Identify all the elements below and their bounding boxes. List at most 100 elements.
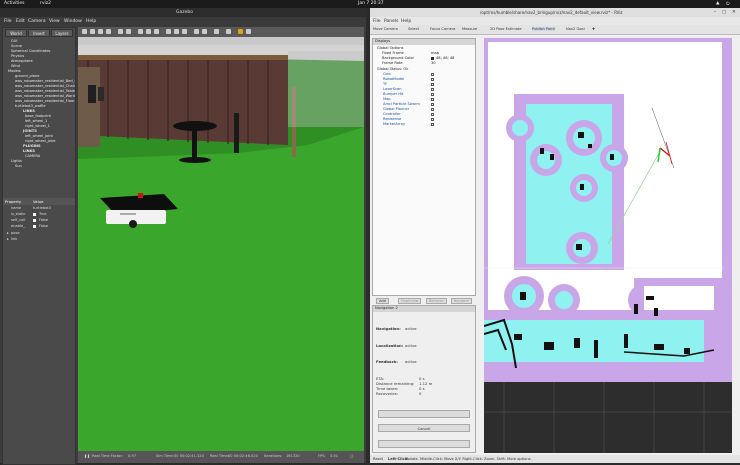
- tree-item[interactable]: right_wheel_1: [25, 124, 50, 128]
- tool-2d-pose-estimate[interactable]: 2D Pose Estimate: [490, 27, 522, 31]
- tree-item[interactable]: CAMERA: [25, 154, 40, 158]
- menu-edit[interactable]: Edit: [16, 19, 25, 24]
- menu-view[interactable]: View: [49, 19, 60, 24]
- translate-icon[interactable]: [90, 29, 95, 34]
- screenshot-icon[interactable]: [238, 29, 243, 34]
- reset-button[interactable]: Reset: [373, 457, 383, 461]
- tree-item[interactable]: Atmosphere: [11, 59, 33, 63]
- display-checkbox[interactable]: [431, 78, 434, 81]
- select-mode-icon[interactable]: [82, 29, 87, 34]
- tree-item-models[interactable]: Models: [8, 69, 21, 73]
- bg-color-swatch[interactable]: [431, 57, 434, 60]
- tree-item[interactable]: aws_robomaker_residential_Chair_01: [15, 84, 75, 88]
- display-markerarray[interactable]: MarkerArray: [383, 122, 405, 126]
- tool-focus-camera[interactable]: Focus Camera: [430, 27, 456, 31]
- display-realsense[interactable]: Realsense: [383, 117, 401, 121]
- display-checkbox[interactable]: [431, 123, 434, 126]
- redo-icon[interactable]: [126, 29, 131, 34]
- tree-item[interactable]: right_wheel_joint: [25, 139, 56, 143]
- spot-light-icon[interactable]: [174, 29, 179, 34]
- sphere-shape-icon[interactable]: [146, 29, 151, 34]
- remove-display-button[interactable]: Remove: [426, 298, 447, 304]
- cylinder-shape-icon[interactable]: [154, 29, 159, 34]
- snap-icon[interactable]: [226, 29, 231, 34]
- tree-item[interactable]: Physics: [11, 54, 24, 58]
- tool-nav2-goal[interactable]: Nav2 Goal: [566, 27, 585, 31]
- tree-item[interactable]: Spherical Coordinates: [11, 49, 50, 53]
- scale-icon[interactable]: [106, 29, 111, 34]
- menu-file[interactable]: File: [4, 19, 12, 24]
- display-grid[interactable]: Grid: [383, 72, 391, 76]
- display-checkbox[interactable]: [431, 93, 434, 96]
- minimize-icon[interactable]: –: [714, 10, 716, 15]
- tree-item-lights[interactable]: Lights: [11, 159, 22, 163]
- record-icon[interactable]: [246, 29, 251, 34]
- tree-item[interactable]: Scene: [11, 44, 22, 48]
- rviz-grid-floor[interactable]: [484, 382, 732, 453]
- menu-camera[interactable]: Camera: [28, 19, 46, 24]
- property-value[interactable]: turtlebot3: [33, 206, 51, 210]
- display-checkbox[interactable]: [431, 73, 434, 76]
- mode-button[interactable]: [378, 440, 470, 448]
- display-map[interactable]: Map: [383, 97, 391, 101]
- menu-window[interactable]: Window: [64, 19, 82, 24]
- align-icon[interactable]: [214, 29, 219, 34]
- display-checkbox[interactable]: [431, 88, 434, 91]
- menu-help[interactable]: Help: [401, 19, 411, 24]
- pause-button[interactable]: [378, 410, 470, 418]
- tree-item[interactable]: aws_robomaker_residential_Floor_01: [15, 99, 75, 103]
- tree-item[interactable]: aws_robomaker_residential_Wardrobe_01: [15, 94, 75, 98]
- tab-world[interactable]: World: [5, 29, 27, 37]
- undo-icon[interactable]: [118, 29, 123, 34]
- menu-file[interactable]: File: [373, 19, 381, 24]
- tree-item[interactable]: left_wheel_1: [25, 119, 47, 123]
- menu-help[interactable]: Help: [86, 19, 96, 24]
- tree-item[interactable]: aws_robomaker_residential_Table_01: [15, 89, 75, 93]
- box-shape-icon[interactable]: [138, 29, 143, 34]
- display-checkbox[interactable]: [431, 103, 434, 106]
- tree-item[interactable]: Sun: [15, 164, 22, 168]
- close-icon[interactable]: ✕: [732, 10, 736, 15]
- tree-item[interactable]: ground_plane: [15, 74, 39, 78]
- gazebo-3d-viewport[interactable]: [78, 27, 364, 451]
- checkbox[interactable]: [33, 225, 36, 228]
- expand-arrow-icon[interactable]: ▸: [7, 231, 9, 235]
- display-laserscan[interactable]: LaserScan: [383, 87, 402, 91]
- global-options[interactable]: Global Options: [377, 46, 403, 50]
- tree-item[interactable]: aws_robomaker_residential_Bed_01: [15, 79, 75, 83]
- cancel-button[interactable]: Cancel: [378, 424, 470, 432]
- tool-move-camera[interactable]: Move Camera: [373, 27, 398, 31]
- tab-layers[interactable]: Layers: [51, 29, 73, 37]
- tree-item[interactable]: base_footprint: [25, 114, 51, 118]
- display-amcl-particle-swarm[interactable]: Amcl Particle Swarm: [383, 102, 420, 106]
- tab-insert[interactable]: Insert: [28, 29, 50, 37]
- activities-button[interactable]: Activities: [4, 1, 25, 6]
- display-bumper-hit[interactable]: Bumper Hit: [383, 92, 403, 96]
- checkbox[interactable]: [33, 219, 36, 222]
- display-checkbox[interactable]: [431, 98, 434, 101]
- tree-item-robot[interactable]: turtlebot3_waffle: [15, 104, 46, 108]
- tool-measure[interactable]: Measure: [462, 27, 477, 31]
- display-checkbox[interactable]: [431, 83, 434, 86]
- expand-arrow-icon[interactable]: ▸: [7, 237, 9, 241]
- rotate-icon[interactable]: [98, 29, 103, 34]
- display-global-planner[interactable]: Global Planner: [383, 107, 409, 111]
- tool-select[interactable]: Select: [408, 27, 419, 31]
- clock[interactable]: Jan 7 20:37: [358, 1, 384, 6]
- display-tf[interactable]: TF: [383, 82, 387, 86]
- rename-display-button[interactable]: Rename: [451, 298, 472, 304]
- display-robotmodel[interactable]: RobotModel: [383, 77, 404, 81]
- rviz-3d-view-map[interactable]: [484, 38, 732, 382]
- duplicate-display-button[interactable]: Duplicate: [398, 298, 422, 304]
- network-icon[interactable]: ▲: [716, 1, 719, 6]
- tree-item[interactable]: left_wheel_joint: [25, 134, 53, 138]
- display-checkbox[interactable]: [431, 108, 434, 111]
- checkbox[interactable]: [33, 213, 36, 216]
- frame-rate-value[interactable]: 30: [431, 61, 436, 65]
- display-checkbox[interactable]: [431, 113, 434, 116]
- property-group[interactable]: ▸ link: [3, 237, 75, 243]
- tree-item[interactable]: GUI: [11, 39, 17, 43]
- tool-publish-point[interactable]: Publish Point: [532, 27, 555, 31]
- reset-time-button[interactable]: ▢: [350, 454, 353, 458]
- display-checkbox[interactable]: [431, 118, 434, 121]
